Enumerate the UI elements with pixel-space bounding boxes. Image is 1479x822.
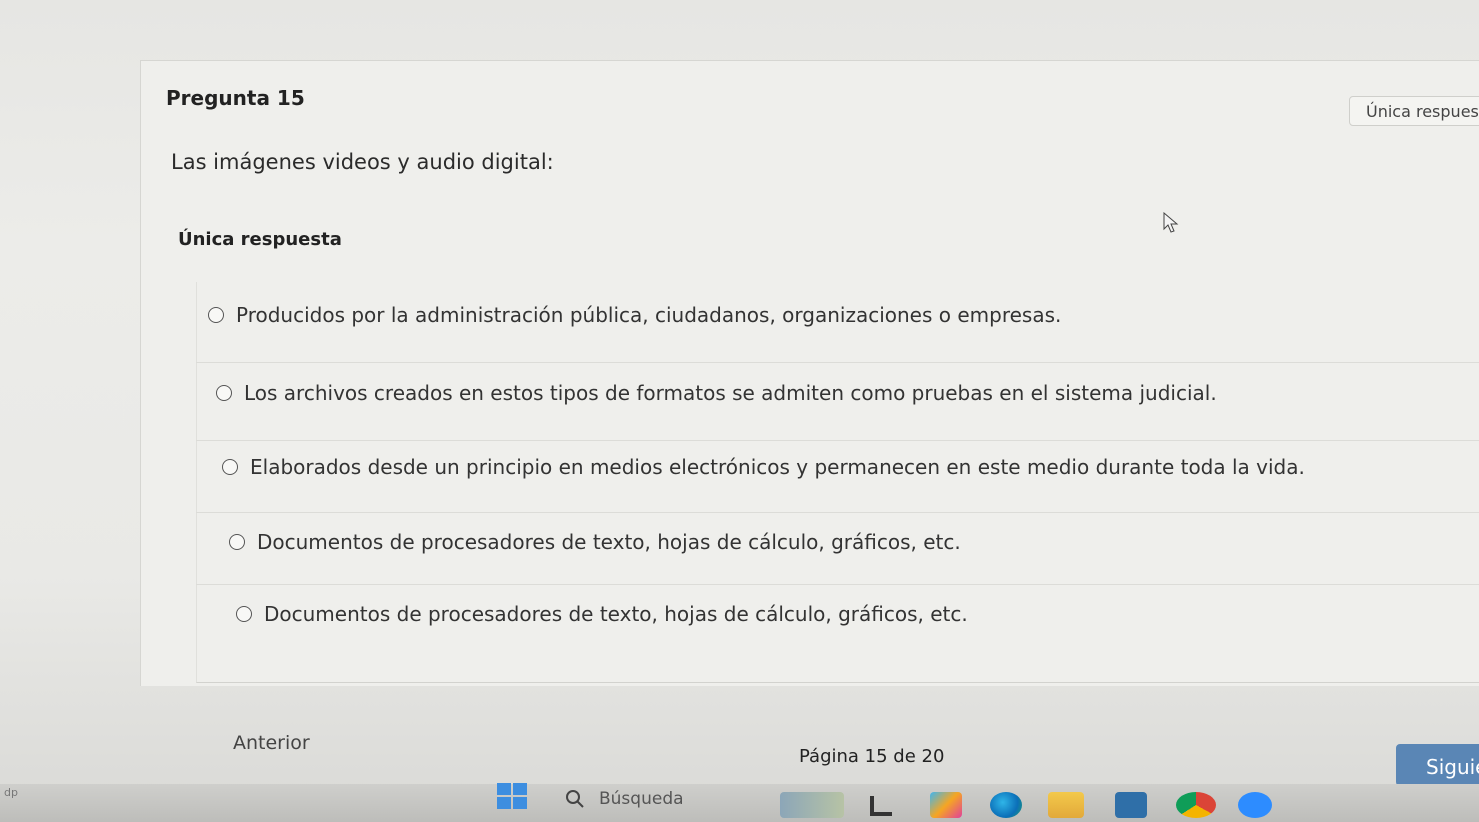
windows-start-icon[interactable]: [497, 783, 529, 811]
chrome-icon[interactable]: [1176, 792, 1216, 818]
answer-option-label: Documentos de procesadores de texto, hoj…: [264, 602, 968, 626]
page-indicator: Página 15 de 20: [799, 746, 945, 767]
radio-button[interactable]: [229, 534, 245, 550]
question-text: Las imágenes videos y audio digital:: [171, 150, 554, 174]
question-type-badge: Única respuesta: [1349, 96, 1479, 126]
answer-option-label: Los archivos creados en estos tipos de f…: [244, 381, 1217, 405]
answer-option-4[interactable]: Documentos de procesadores de texto, hoj…: [229, 530, 961, 554]
file-explorer-icon[interactable]: [868, 792, 894, 818]
option-divider: [196, 440, 1479, 441]
answer-option-5[interactable]: Documentos de procesadores de texto, hoj…: [236, 602, 968, 626]
taskbar-left-label: dp: [4, 786, 18, 799]
previous-button[interactable]: Anterior: [233, 732, 310, 754]
radio-button[interactable]: [216, 385, 232, 401]
option-divider: [196, 584, 1479, 585]
copilot-icon[interactable]: [930, 792, 962, 818]
edge-browser-icon[interactable]: [990, 792, 1022, 818]
option-divider: [196, 362, 1479, 363]
answer-type-label: Única respuesta: [178, 229, 342, 250]
radio-button[interactable]: [236, 606, 252, 622]
answer-option-3[interactable]: Elaborados desde un principio en medios …: [222, 455, 1305, 479]
next-button[interactable]: Siguiente: [1396, 744, 1479, 786]
radio-button[interactable]: [208, 307, 224, 323]
radio-button[interactable]: [222, 459, 238, 475]
store-icon[interactable]: [1115, 792, 1147, 818]
answer-option-1[interactable]: Producidos por la administración pública…: [208, 303, 1061, 327]
folder-icon[interactable]: [1048, 792, 1084, 818]
answer-option-label: Documentos de procesadores de texto, hoj…: [257, 530, 961, 554]
search-icon[interactable]: [565, 789, 585, 809]
zoom-app-icon[interactable]: [1238, 792, 1272, 818]
answer-option-label: Elaborados desde un principio en medios …: [250, 455, 1305, 479]
option-divider: [196, 512, 1479, 513]
question-title: Pregunta 15: [166, 86, 305, 110]
answer-option-label: Producidos por la administración pública…: [236, 303, 1062, 327]
taskbar-search-field[interactable]: Búsqueda: [599, 789, 684, 809]
mouse-cursor-icon: [1163, 212, 1179, 233]
weather-widget-icon[interactable]: [780, 792, 844, 818]
answer-option-2[interactable]: Los archivos creados en estos tipos de f…: [216, 381, 1217, 405]
